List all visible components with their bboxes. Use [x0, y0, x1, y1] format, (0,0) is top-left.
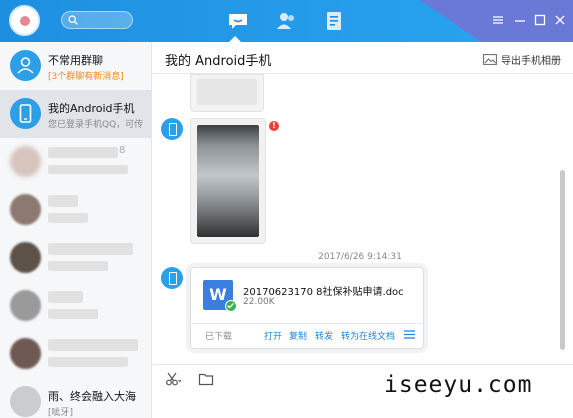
search-icon [68, 15, 78, 25]
conversation-item[interactable] [0, 234, 151, 282]
blurred-name [48, 147, 118, 158]
message-timestamp: 2017/6/26 9:14:31 [318, 252, 402, 262]
avatar [10, 194, 41, 225]
export-label: 导出手机相册 [501, 56, 561, 67]
phone-sender-icon [161, 118, 183, 140]
image-message[interactable] [190, 118, 266, 244]
scrollbar[interactable] [560, 170, 565, 350]
more-menu-icon[interactable] [404, 330, 415, 339]
conversation-list: 不常用群聊 [3个群聊有新消息] 我的Android手机 您已登录手机QQ，可传… [0, 42, 152, 418]
conversation-item[interactable]: 雨、终会融入大海 [呲牙] [0, 378, 151, 418]
conversation-name: 不常用群聊 [48, 54, 103, 67]
file-size: 22.00K [243, 297, 275, 307]
image-icon [483, 54, 497, 65]
phone-sender-icon [161, 267, 183, 289]
blurred-preview [48, 261, 108, 271]
conversation-name: 雨、终会融入大海 [48, 390, 136, 403]
avatar [10, 146, 41, 177]
contacts-tab-icon[interactable] [274, 9, 298, 33]
conversation-preview: [3个群聊有新消息] [48, 72, 124, 82]
image-message-partial[interactable] [190, 74, 264, 112]
file-name: 20170623170 8社保补贴申请.doc [243, 287, 404, 298]
blurred-fragment: 8 [119, 145, 126, 156]
blurred-preview [48, 213, 88, 223]
blurred-preview [48, 357, 128, 367]
messages-tab-icon[interactable] [226, 9, 250, 33]
divider [191, 323, 423, 324]
folder-icon[interactable] [198, 371, 214, 387]
my-avatar[interactable] [9, 5, 40, 36]
conversation-item[interactable] [0, 330, 151, 378]
image-thumbnail [197, 79, 257, 105]
copy-file-button[interactable]: 复制 [289, 329, 307, 342]
chat-title: 我的 Android手机 [165, 54, 272, 69]
blurred-name [48, 339, 138, 351]
group-icon [10, 50, 41, 81]
conversation-item[interactable]: 8 [0, 138, 151, 186]
conversation-preview: 您已登录手机QQ，可传 [48, 120, 144, 130]
open-file-button[interactable]: 打开 [264, 329, 282, 342]
search-box[interactable] [61, 11, 133, 29]
conversation-name: 我的Android手机 [48, 102, 135, 115]
top-bar [0, 0, 573, 42]
export-album-button[interactable]: 导出手机相册 [483, 52, 561, 67]
convert-online-doc-button[interactable]: 转为在线文档 [341, 329, 395, 342]
menu-icon[interactable] [491, 13, 505, 27]
file-status: 已下载 [205, 332, 233, 342]
file-message[interactable]: W 20170623170 8社保补贴申请.doc 22.00K 已下载 打开 … [190, 267, 424, 349]
chat-header: 我的 Android手机 导出手机相册 [153, 42, 573, 74]
watermark-text: iseeyu.com [384, 372, 533, 398]
conversation-preview: [呲牙] [48, 408, 74, 418]
avatar [10, 338, 41, 369]
error-icon[interactable]: ! [269, 121, 279, 131]
avatar [10, 290, 41, 321]
avatar [10, 242, 41, 273]
photo-thumbnail [197, 125, 259, 237]
phone-icon [10, 98, 41, 129]
scissors-icon[interactable] [165, 371, 181, 387]
minimize-icon[interactable] [513, 13, 527, 27]
conversation-item-active[interactable]: 我的Android手机 您已登录手机QQ，可传 [0, 90, 151, 138]
conversation-item[interactable]: 不常用群聊 [3个群聊有新消息] [0, 42, 151, 90]
blurred-name [48, 291, 83, 303]
forward-file-button[interactable]: 转发 [315, 329, 333, 342]
avatar [10, 386, 41, 417]
maximize-icon[interactable] [533, 13, 547, 27]
check-icon [225, 300, 237, 312]
blurred-preview [48, 165, 128, 174]
close-icon[interactable] [553, 13, 567, 27]
conversation-item[interactable] [0, 282, 151, 330]
space-tab-icon[interactable] [322, 9, 346, 33]
blurred-preview [48, 309, 98, 319]
conversation-item[interactable] [0, 186, 151, 234]
blurred-name [48, 243, 133, 255]
blurred-name [48, 195, 78, 207]
